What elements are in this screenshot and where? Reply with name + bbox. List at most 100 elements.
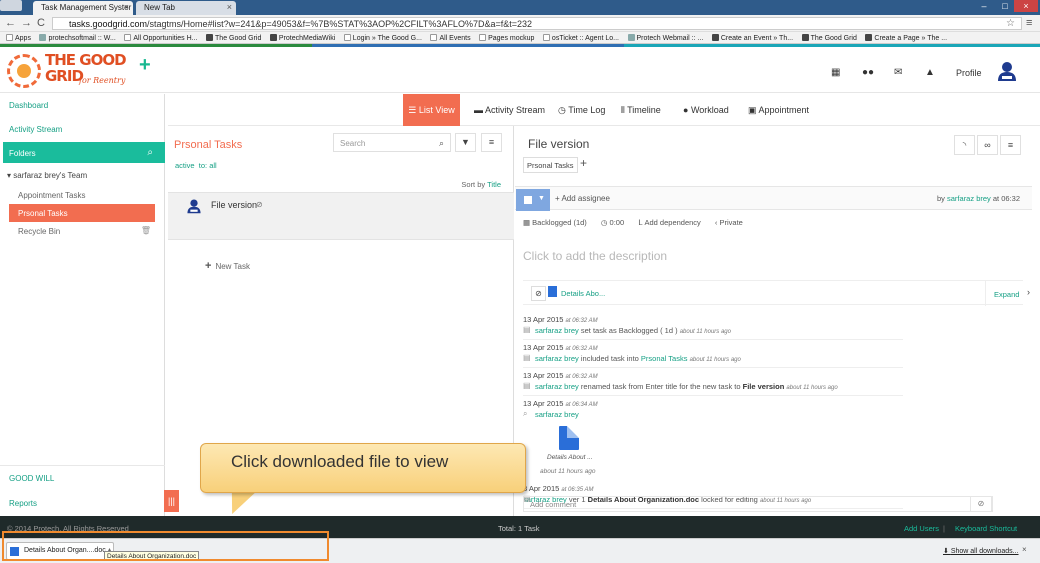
link-icon[interactable]: ∞ [977,135,998,155]
task-row[interactable]: File version ⊘ [168,192,514,240]
privacy-button[interactable]: ‹ Private [715,218,743,227]
bookmark-item[interactable]: Protech Webmail :: ... [627,33,703,43]
back-icon[interactable]: ← [5,17,16,29]
folder-appointment-tasks[interactable]: Appointment Tasks [9,186,155,204]
user-link[interactable]: sarfaraz brey [535,326,579,335]
bookmark-star-icon[interactable]: ☆ [1006,18,1015,29]
sidebar-item-reports[interactable]: Reports [9,499,37,508]
attach-icon[interactable]: ⊘ [970,496,992,512]
status-button[interactable]: ▦ Backlogged (1d) [523,218,587,227]
checkbox-icon[interactable] [524,196,532,204]
filter-button[interactable]: ▼ [455,133,476,152]
close-window-icon[interactable]: × [1014,0,1038,12]
globe-icon [39,34,47,41]
profile-link[interactable]: Profile [956,68,982,78]
browser-tab-new[interactable]: New Tab × [136,1,236,15]
url-bar[interactable]: tasks.goodgrid.com/stagtms/Home#list?w=2… [52,17,1022,30]
apps-grid-icon[interactable]: ▦ [831,67,840,78]
tab-time-log[interactable]: ◷ Time Log [558,94,605,126]
sidebar-item-dashboard[interactable]: Dashboard [9,101,48,110]
logo[interactable]: THE GOOD GRID for Reentry [7,52,132,90]
sort-value[interactable]: Title [487,180,501,189]
bookmark-item[interactable]: The Good Grid [206,33,261,43]
forward-icon[interactable]: → [21,17,32,29]
search-icon[interactable]: ⌕ [147,147,153,158]
chevron-right-icon[interactable]: › [1027,287,1030,297]
bookmark-item[interactable]: Apps [6,33,31,43]
status-checkbox-dropdown[interactable]: ▼ [516,189,550,211]
attach-icon[interactable]: ⊘ [531,286,546,301]
user-link[interactable]: sarfaraz brey [535,354,579,363]
close-tab-icon[interactable]: × [227,2,232,12]
mail-icon[interactable]: ✉ [894,67,902,78]
bookmark-item[interactable]: All Opportunities H... [124,33,198,43]
tab-workload[interactable]: ● Workload [683,94,729,126]
comment-input[interactable]: Add comment [523,496,993,512]
reload-icon[interactable]: C [37,17,45,29]
doc-file-icon[interactable] [559,426,579,450]
bookmark-item[interactable]: protechsoftmail :: W... [39,33,116,43]
add-icon[interactable]: + [139,55,151,75]
team-header[interactable]: ▾ sarfaraz brey's Team [7,171,87,180]
add-assignee-button[interactable]: + Add assignee [555,194,610,203]
tab-activity-stream[interactable]: ▬ Activity Stream [474,94,545,126]
bookmark-item[interactable]: Pages mockup [479,33,534,43]
folder-recycle-bin[interactable]: Recycle Bin 🗑 [9,222,155,240]
add-folder-icon[interactable]: + [580,156,587,170]
page-icon [124,34,132,41]
trash-icon[interactable]: 🗑 [141,226,151,235]
tab-list-view[interactable]: ☰ List View [403,94,460,126]
folders-header[interactable]: Folders ⌕ [3,142,165,163]
expand-button[interactable]: Expand [985,281,1023,306]
bookmark-item[interactable]: Login » The Good G... [343,33,422,43]
user-link[interactable]: sarfaraz brey [535,410,579,419]
bookmark-item[interactable]: ProtechMediaWiki [269,33,335,43]
search-input[interactable]: Search ⌕ [333,133,451,152]
close-icon[interactable]: × [1022,545,1027,554]
creator-link[interactable]: sarfaraz brey [947,194,991,203]
sidebar-item-good-will[interactable]: GOOD WILL [9,474,54,483]
list-menu-button[interactable]: ≡ [481,133,502,152]
tab-appointment[interactable]: ▣ Appointment [748,94,809,126]
doc-file-icon[interactable] [548,286,557,297]
dependency-button[interactable]: ᒪ Add dependency [638,218,701,227]
task-title[interactable]: File version [211,200,257,210]
bookmark-item[interactable]: All Events [430,33,471,43]
bookmarks-bar: Apps protechsoftmail :: W... All Opportu… [0,32,1040,44]
browser-menu-icon[interactable]: ≡ [1026,17,1032,29]
bookmark-item[interactable]: Create a Page » The ... [865,33,947,43]
sort-control[interactable]: Sort by Title [461,180,501,189]
filter-active[interactable]: active [175,161,195,170]
tab-timeline[interactable]: ⫴ Timeline [621,94,661,126]
detail-menu-button[interactable]: ≡ [1000,135,1021,155]
user-link[interactable]: sarfaraz brey [535,382,579,391]
new-task-button[interactable]: + New Task [205,260,250,272]
close-tab-icon[interactable]: × [124,2,129,12]
new-tab-button[interactable] [0,0,22,11]
task-detail-title[interactable]: File version [528,137,589,151]
users-icon[interactable]: ●● [862,67,874,78]
show-all-downloads-link[interactable]: ⬇ Show all downloads... [943,547,1019,555]
bookmark-item[interactable]: Create an Event » Th... [711,33,793,43]
sidebar-item-activity-stream[interactable]: Activity Stream [9,125,62,134]
folder-link[interactable]: Prsonal Tasks [641,354,688,363]
browser-tab-task-management[interactable]: Task Management Syster × [33,1,133,15]
keyboard-shortcut-link[interactable]: Keyboard Shortcut [955,524,1017,533]
bell-icon[interactable]: ▲ [925,67,935,78]
folder-chip[interactable]: Prsonal Tasks [523,157,578,173]
bookmark-item[interactable]: osTicket :: Agent Lo... [542,33,619,43]
folder-prsonal-tasks[interactable]: Prsonal Tasks [9,204,155,222]
task-toolbar: ▼ + Add assignee by sarfaraz brey at 06:… [515,186,1032,211]
avatar [187,199,201,214]
filter-to[interactable]: to: all [199,161,217,170]
activity-file[interactable]: Details About ... about 11 hours ago [523,423,903,481]
attachment-link[interactable]: Details Abo... [561,289,605,298]
search-icon[interactable]: ⌕ [439,138,444,149]
description-field[interactable]: Click to add the description [523,249,667,263]
rss-icon[interactable]: ◝ [954,135,975,155]
avatar[interactable] [996,60,1018,82]
add-users-link[interactable]: Add Users [904,524,939,533]
time-button[interactable]: ◷ 0:00 [601,218,624,227]
bookmark-item[interactable]: The Good Grid [801,33,857,43]
chevron-down-icon[interactable]: ▼ [538,195,545,202]
